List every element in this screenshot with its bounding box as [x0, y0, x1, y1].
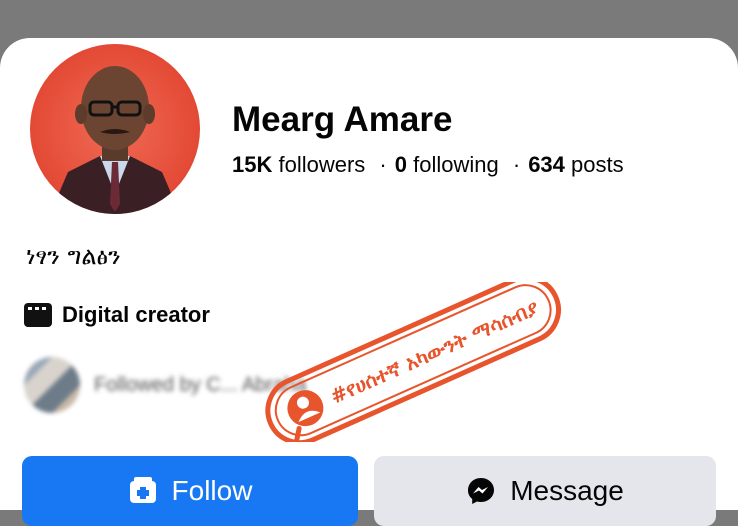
stats-separator: · — [379, 152, 387, 177]
message-button[interactable]: Message — [374, 456, 716, 526]
profile-category: Digital creator — [24, 302, 210, 328]
profile-stats: 15K followers · 0 following · 634 posts — [232, 152, 624, 178]
followers-label[interactable]: followers — [278, 152, 365, 177]
mutual-followers[interactable]: Followed by C... Abraha — [24, 356, 444, 414]
message-label: Message — [510, 475, 624, 506]
add-friend-icon — [129, 477, 156, 503]
mutual-followers-text: Followed by C... Abraha — [94, 373, 307, 396]
follow-label: Follow — [171, 475, 253, 506]
mutual-avatar — [24, 357, 80, 413]
following-count[interactable]: 0 — [395, 152, 407, 177]
followers-count[interactable]: 15K — [232, 152, 272, 177]
profile-bio: ነፃን ግልፅን — [26, 242, 121, 270]
profile-card: Mearg Amare 15K followers · 0 following ·… — [0, 38, 738, 526]
profile-avatar[interactable] — [30, 44, 200, 214]
stats-separator: · — [512, 152, 521, 177]
following-label[interactable]: following — [413, 152, 499, 177]
category-label: Digital creator — [62, 302, 210, 327]
clapperboard-icon — [24, 303, 52, 327]
profile-name: Mearg Amare — [232, 100, 453, 139]
posts-count: 634 — [528, 152, 565, 177]
profile-photo — [50, 66, 180, 214]
messenger-icon — [468, 478, 495, 504]
posts-label: posts — [571, 152, 624, 177]
follow-button[interactable]: Follow — [22, 456, 358, 526]
